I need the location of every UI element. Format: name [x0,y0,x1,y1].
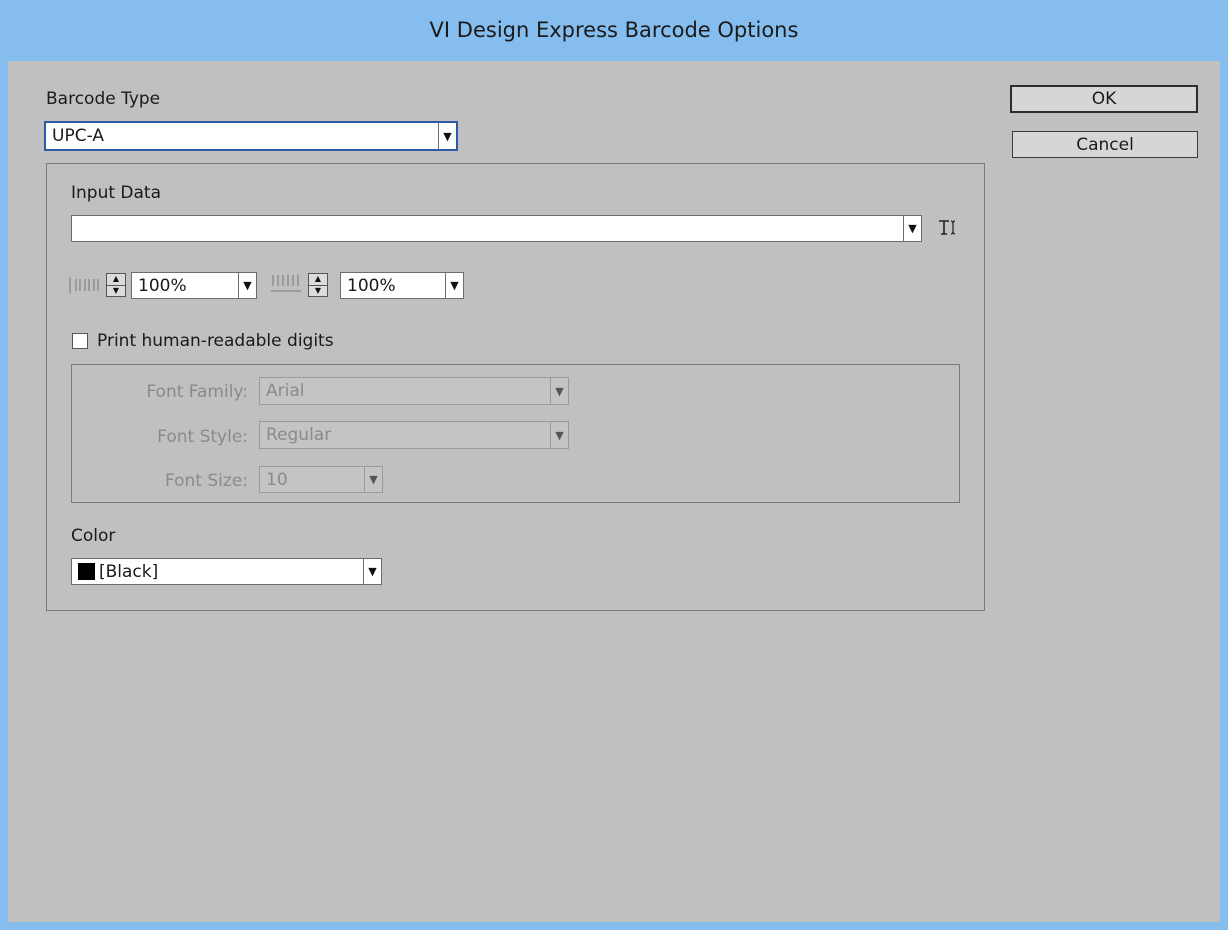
height-stepper[interactable]: ▲ ▼ [308,273,328,297]
color-label: Color [71,526,116,546]
font-style-label: Font Style: [157,427,248,447]
font-family-label: Font Family: [146,382,248,402]
width-scale-select[interactable]: 100% ▼ [131,272,257,299]
ok-button[interactable]: OK [1010,85,1198,113]
chevron-down-icon: ▼ [445,273,463,298]
cancel-button-label: Cancel [1076,134,1134,155]
color-value-wrap: [Black] [72,562,363,582]
human-readable-label[interactable]: Print human-readable digits [97,331,334,351]
font-style-value: Regular [266,425,332,445]
spin-down-icon[interactable]: ▼ [309,284,327,297]
barcode-type-label: Barcode Type [46,89,161,109]
cancel-button[interactable]: Cancel [1012,131,1198,158]
color-value: [Black] [99,561,159,582]
font-size-value: 10 [266,469,288,490]
width-stepper[interactable]: ▲ ▼ [106,273,126,297]
chevron-down-icon: ▼ [550,422,568,448]
spin-up-icon[interactable]: ▲ [107,274,125,285]
ok-button-label: OK [1091,89,1117,109]
font-family-value: Arial [266,381,305,401]
color-select[interactable]: [Black] ▼ [71,558,382,585]
window-titlebar[interactable]: VI Design Express Barcode Options [0,0,1228,60]
width-scale-value: 100% [138,275,187,296]
barcode-type-value: UPC-A [52,126,104,146]
barcode-type-select[interactable]: UPC-A ▼ [44,121,458,151]
spin-up-icon[interactable]: ▲ [309,274,327,285]
font-style-select[interactable]: Regular ▼ [259,421,569,449]
height-scale-value: 100% [347,275,396,296]
chevron-down-icon: ▼ [363,559,381,584]
input-data-field[interactable]: ▼ [71,215,922,242]
dialog-body: Barcode Type UPC-A ▼ OK Cancel Input Dat… [8,61,1220,922]
font-family-select[interactable]: Arial ▼ [259,377,569,405]
font-size-select[interactable]: 10 ▼ [259,466,383,493]
color-swatch [78,562,95,580]
font-size-label: Font Size: [164,471,248,491]
input-data-label: Input Data [71,183,162,203]
chevron-down-icon: ▼ [238,273,256,298]
window-title: VI Design Express Barcode Options [429,18,799,42]
human-readable-checkbox[interactable] [72,333,88,349]
height-scale-select[interactable]: 100% ▼ [340,272,464,299]
chevron-down-icon: ▼ [364,467,382,492]
text-insert-icon[interactable] [936,217,958,239]
chevron-down-icon: ▼ [438,123,456,149]
bar-height-icon [268,272,304,296]
chevron-down-icon: ▼ [903,216,921,241]
spin-down-icon[interactable]: ▼ [107,284,125,297]
chevron-down-icon: ▼ [550,378,568,404]
bar-width-icon [67,274,103,296]
